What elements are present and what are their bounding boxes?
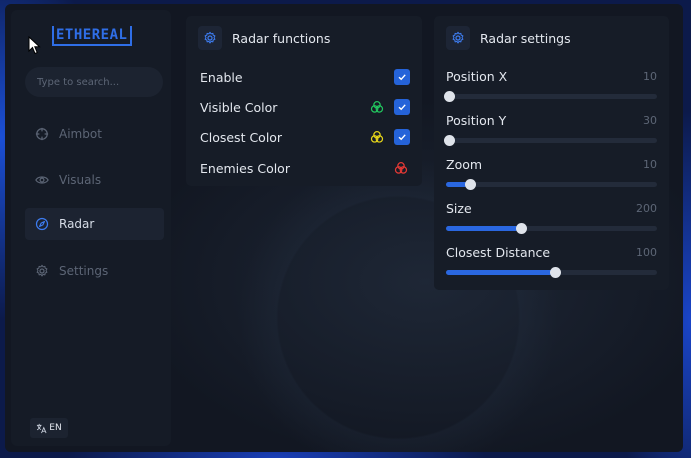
slider-value: 200 (636, 201, 657, 215)
radar-functions-panel: Radar functions Enable Visible Color Clo… (186, 16, 422, 186)
crosshair-icon (35, 127, 49, 141)
language-switcher[interactable]: EN (30, 418, 68, 438)
option-enable: Enable (200, 67, 410, 87)
slider-label: Position Y (446, 112, 507, 128)
radar-settings-panel: Radar settings Position X 10 Position Y … (434, 16, 669, 290)
enable-checkbox[interactable] (394, 69, 410, 85)
slider-track[interactable] (446, 223, 657, 234)
sidebar-item-label: Radar (59, 217, 95, 231)
slider-handle[interactable] (465, 179, 477, 190)
slider-value: 10 (643, 69, 657, 83)
eye-icon (35, 176, 49, 184)
check-icon (398, 74, 406, 81)
app-logo: ETHEREAL (52, 26, 133, 46)
panel-title: Radar functions (232, 30, 331, 46)
gear-icon (452, 31, 464, 44)
translate-icon (37, 423, 47, 433)
slider-value: 10 (643, 157, 657, 171)
slider-value: 100 (636, 245, 657, 259)
compass-icon (35, 217, 49, 231)
sidebar-item-aimbot[interactable]: Aimbot (25, 118, 164, 150)
slider-zoom: Zoom 10 (446, 156, 657, 192)
slider-position-x: Position X 10 (444, 68, 657, 104)
option-label: Closest Color (200, 129, 283, 145)
sidebar-item-label: Aimbot (59, 127, 102, 141)
slider-label: Position X (446, 68, 508, 84)
slider-handle[interactable] (549, 267, 561, 278)
slider-track[interactable] (444, 135, 657, 146)
language-label: EN (49, 423, 62, 433)
sidebar-item-label: Visuals (59, 173, 102, 187)
option-enemies-color: Enemies Color (200, 158, 410, 178)
option-label: Enemies Color (200, 160, 290, 176)
closest-color-checkbox[interactable] (394, 129, 410, 145)
slider-fill (446, 270, 552, 275)
panel-gear-badge (198, 26, 222, 50)
slider-position-y: Position Y 30 (444, 112, 657, 148)
slider-track[interactable] (444, 91, 657, 102)
slider-handle[interactable] (444, 91, 455, 102)
sidebar: ETHEREAL Aimbot Visuals Ra (11, 10, 171, 446)
slider-track[interactable] (446, 179, 657, 190)
slider-value: 30 (643, 113, 657, 127)
slider-fill (446, 182, 468, 187)
color-picker-icon[interactable] (370, 130, 384, 144)
slider-label: Size (446, 200, 472, 216)
sidebar-item-label: Settings (59, 264, 109, 278)
option-closest-color: Closest Color (200, 127, 410, 147)
option-label: Visible Color (200, 99, 278, 115)
sidebar-item-visuals[interactable]: Visuals (25, 164, 164, 196)
slider-handle[interactable] (444, 135, 455, 146)
option-visible-color: Visible Color (200, 97, 410, 117)
panel-header: Radar functions (198, 26, 330, 50)
gear-icon (204, 31, 216, 44)
gear-icon (36, 264, 48, 277)
slider-fill (446, 226, 518, 231)
panel-title: Radar settings (480, 30, 571, 46)
panel-header: Radar settings (446, 26, 571, 50)
slider-track[interactable] (446, 267, 657, 278)
slider-closest-distance: Closest Distance 100 (446, 244, 657, 280)
sidebar-item-settings[interactable]: Settings (25, 255, 164, 287)
slider-label: Zoom (446, 156, 483, 172)
color-picker-icon[interactable] (394, 161, 408, 175)
panel-gear-badge (446, 26, 470, 50)
color-picker-icon[interactable] (370, 100, 384, 114)
mouse-cursor-icon (28, 36, 41, 55)
check-icon (398, 104, 406, 111)
check-icon (398, 134, 406, 141)
slider-label: Closest Distance (446, 244, 551, 260)
sidebar-item-radar[interactable]: Radar (25, 208, 164, 240)
visible-color-checkbox[interactable] (394, 99, 410, 115)
main-window: ETHEREAL Aimbot Visuals Ra (5, 4, 683, 452)
option-label: Enable (200, 69, 243, 85)
search-input[interactable] (25, 67, 163, 97)
slider-handle[interactable] (515, 223, 527, 234)
slider-size: Size 200 (446, 200, 657, 236)
